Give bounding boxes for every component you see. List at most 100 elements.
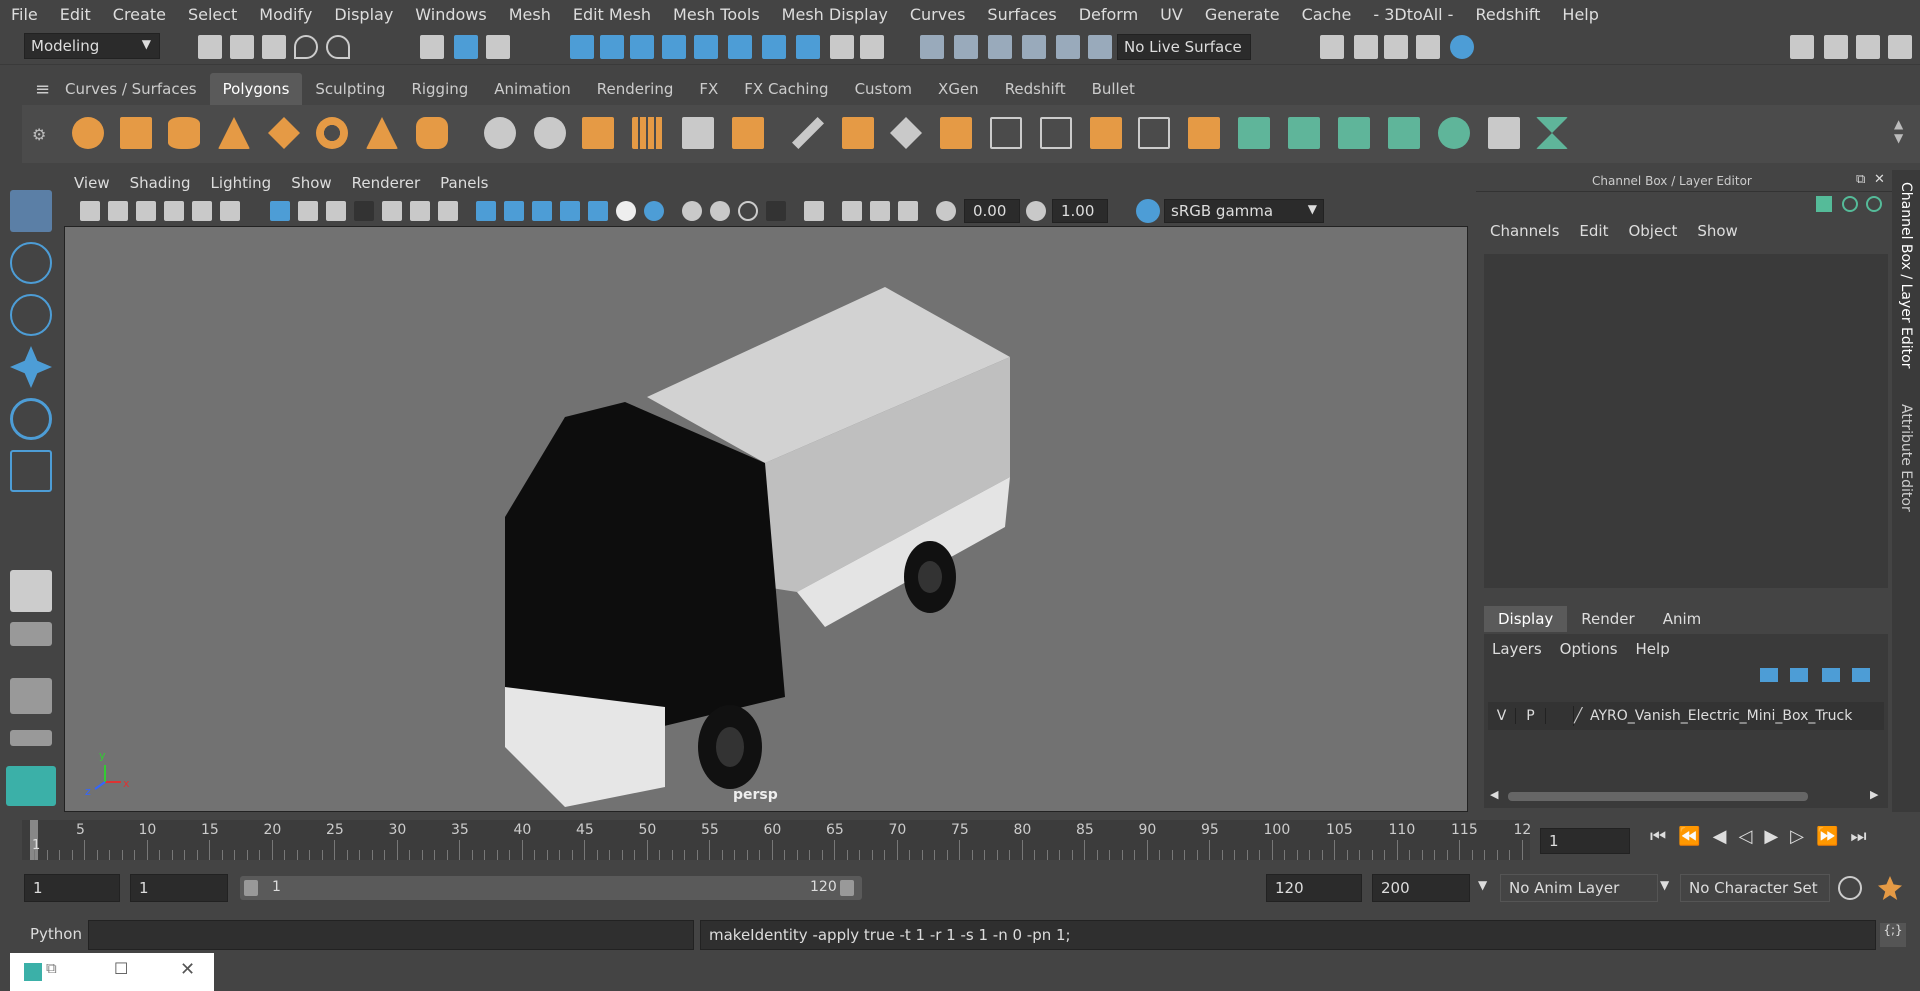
menu-file[interactable]: File (0, 5, 49, 24)
range-end-handle[interactable] (840, 880, 854, 896)
reflection-icon[interactable] (1056, 35, 1080, 59)
undo-icon[interactable] (294, 35, 318, 59)
playback-end-field[interactable]: 120 (1266, 874, 1362, 902)
lock-icon[interactable] (830, 35, 854, 59)
truck-model[interactable] (65, 227, 1468, 812)
snap-projected-icon[interactable] (662, 35, 686, 59)
render-frame-icon[interactable] (1320, 35, 1344, 59)
camera-attributes-icon[interactable] (108, 201, 128, 221)
color-space-dropdown[interactable]: sRGB gamma ▼ (1164, 199, 1324, 223)
menu-deform[interactable]: Deform (1068, 5, 1149, 24)
uv-editor-icon[interactable] (1488, 117, 1520, 149)
hypershade-icon[interactable] (1450, 35, 1474, 59)
shelf-tab-xgen[interactable]: XGen (925, 73, 992, 105)
toggle-attribute-editor-icon[interactable] (1824, 35, 1848, 59)
range-slider[interactable]: 1 120 (240, 876, 862, 900)
menu-cache[interactable]: Cache (1291, 5, 1363, 24)
persp-outliner-layout-icon[interactable] (10, 678, 52, 714)
gamma-icon[interactable] (1026, 201, 1046, 221)
go-to-end-icon[interactable]: ⏭ (1850, 826, 1878, 847)
range-start-handle[interactable] (244, 880, 258, 896)
toggle-modeling-toolkit-icon[interactable] (1790, 35, 1814, 59)
layer-scrollbar[interactable]: ◀ ▶ (1488, 788, 1884, 804)
anti-aliasing-icon[interactable] (738, 201, 758, 221)
menu-object[interactable]: Object (1628, 222, 1677, 240)
mirror-icon[interactable] (582, 117, 614, 149)
symmetry-icon[interactable] (988, 35, 1012, 59)
menu-3dtoall[interactable]: - 3DtoAll - (1362, 5, 1464, 24)
render-sequence-icon[interactable] (1354, 35, 1378, 59)
step-forward-icon[interactable]: ⏩ (1816, 826, 1850, 847)
move-layer-up-icon[interactable] (1760, 668, 1778, 682)
move-layer-down-icon[interactable] (1790, 668, 1808, 682)
scroll-thumb[interactable] (1508, 792, 1808, 801)
shelf-tab-custom[interactable]: Custom (841, 73, 926, 105)
single-perspective-view-icon[interactable] (10, 570, 52, 612)
new-scene-icon[interactable] (198, 35, 222, 59)
tweak-icon[interactable] (1088, 35, 1112, 59)
step-back-icon[interactable]: ⏪ (1678, 826, 1712, 847)
restore-icon[interactable]: ⧉ (46, 959, 57, 977)
live-surface-field[interactable]: No Live Surface (1117, 34, 1251, 60)
shelf-scroll-icon[interactable]: ▲ ▼ (1894, 117, 1903, 145)
motion-blur-icon[interactable] (710, 201, 730, 221)
use-all-lights-icon[interactable] (616, 201, 636, 221)
resolution-gate-icon[interactable] (326, 201, 346, 221)
soft-select-icon[interactable] (1022, 35, 1046, 59)
history-icon[interactable] (860, 35, 884, 59)
separate-icon[interactable] (534, 117, 566, 149)
new-layer-selected-icon[interactable] (1852, 668, 1870, 682)
step-forward-key-icon[interactable]: ▷ (1790, 826, 1816, 847)
sync-icon[interactable] (1842, 196, 1858, 212)
viewport-menu-renderer[interactable]: Renderer (342, 174, 430, 192)
menu-select[interactable]: Select (177, 5, 248, 24)
scroll-left-icon[interactable]: ◀ (1490, 788, 1498, 801)
poly-sphere-icon[interactable] (72, 117, 104, 149)
time-slider[interactable]: 1 5 10 15 20 25 30 35 40 45 50 55 60 65 70 75 80 85 90 95 1… (22, 820, 1531, 860)
snap-grid-icon[interactable] (570, 35, 594, 59)
step-back-key-icon[interactable]: ◀ (1713, 826, 1739, 847)
viewport-menu-lighting[interactable]: Lighting (201, 174, 282, 192)
axis-gizmo-icon[interactable] (1816, 196, 1832, 212)
viewport-menu-panels[interactable]: Panels (430, 174, 498, 192)
shelf-tab-animation[interactable]: Animation (481, 73, 584, 105)
planar-uv-icon[interactable] (1238, 117, 1270, 149)
gate-mask-icon[interactable] (354, 201, 374, 221)
settings-icon[interactable] (1866, 196, 1882, 212)
append-polygon-icon[interactable] (990, 117, 1022, 149)
unfold-uv-icon[interactable] (1438, 117, 1470, 149)
animation-end-field[interactable]: 200 (1372, 874, 1470, 902)
insert-edge-loop-icon[interactable] (1040, 117, 1072, 149)
paint-select-tool-icon[interactable] (10, 294, 52, 336)
help-icon[interactable] (796, 35, 820, 59)
make-live-icon[interactable] (728, 35, 752, 59)
shelf-tab-sculpting[interactable]: Sculpting (302, 73, 399, 105)
poly-pyramid-icon[interactable] (366, 117, 398, 149)
new-layer-icon[interactable] (1822, 668, 1840, 682)
menu-surfaces[interactable]: Surfaces (976, 5, 1067, 24)
use-default-material-icon[interactable] (532, 201, 552, 221)
cylindrical-uv-icon[interactable] (1288, 117, 1320, 149)
render-settings-icon[interactable] (1416, 35, 1440, 59)
snap-view-plane-icon[interactable] (694, 35, 718, 59)
poly-cylinder-icon[interactable] (168, 117, 200, 149)
menu-layers[interactable]: Layers (1492, 640, 1542, 658)
snap-curve-icon[interactable] (600, 35, 624, 59)
shelf-tab-polygons[interactable]: Polygons (209, 73, 303, 105)
layer-visibility-toggle[interactable]: V (1488, 708, 1516, 724)
tab-anim[interactable]: Anim (1649, 606, 1716, 632)
select-component-icon[interactable] (486, 35, 510, 59)
quad-draw-icon[interactable] (1138, 117, 1170, 149)
menu-redshift[interactable]: Redshift (1464, 5, 1551, 24)
layer-row[interactable]: V P ╱ AYRO_Vanish_Electric_Mini_Box_Truc… (1488, 702, 1884, 730)
backface-culling-icon[interactable] (898, 201, 918, 221)
spherical-uv-icon[interactable] (1338, 117, 1370, 149)
play-forward-icon[interactable]: ▶ (1764, 826, 1790, 847)
select-hierarchy-icon[interactable] (420, 35, 444, 59)
menu-options[interactable]: Options (1560, 640, 1618, 658)
move-tool-icon[interactable] (10, 346, 52, 388)
maximize-icon[interactable]: ☐ (114, 959, 128, 978)
extrude-icon[interactable] (732, 117, 764, 149)
save-scene-icon[interactable] (262, 35, 286, 59)
smooth-icon[interactable] (632, 117, 664, 149)
